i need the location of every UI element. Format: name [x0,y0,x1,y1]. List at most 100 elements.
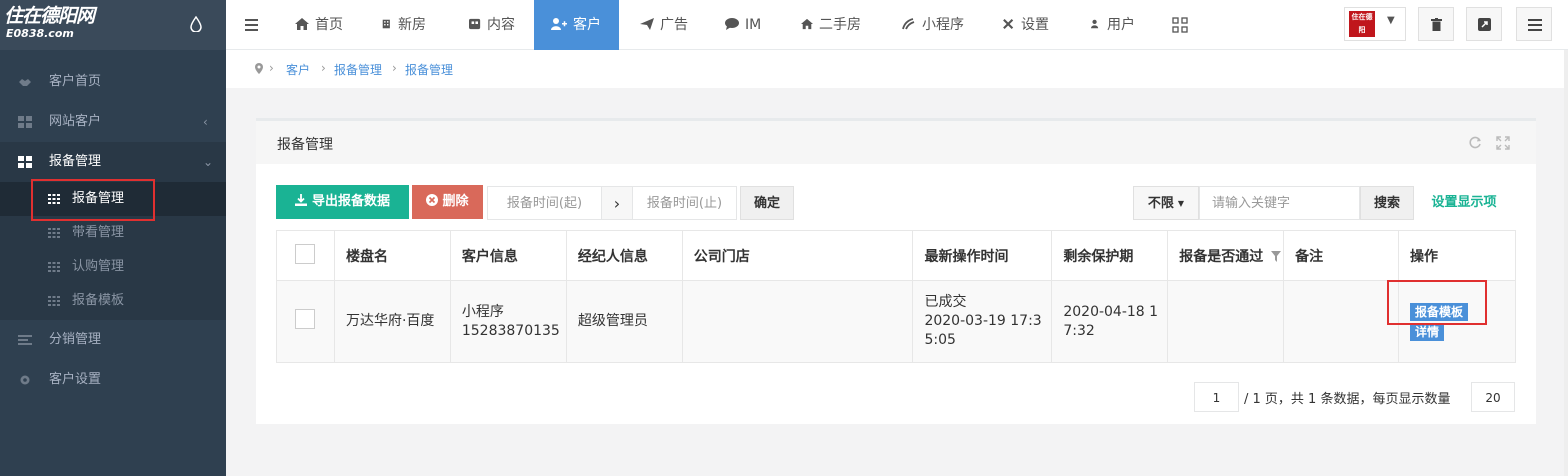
delete-button[interactable]: 删除 [412,185,483,219]
topnav-label: 设置 [1021,17,1049,33]
sidebar-item-web-clients[interactable]: 网站客户 ‹ [0,102,226,142]
highlight-box [1387,280,1487,325]
display-settings-link[interactable]: 设置显示项 [1420,186,1508,220]
sidebar-item-distribution[interactable]: 分销管理 [0,320,226,360]
operation-time-cont: 5:05 [924,332,956,348]
client-phone: 15283870135 [461,322,560,339]
topnav-label: 小程序 [922,17,964,33]
filter-value: 不限 [1147,196,1174,211]
breadcrumb-item[interactable]: 报备管理 [405,61,453,78]
protection-cell: 2020-04-18 1 7:32 [1051,280,1169,363]
breadcrumb-item[interactable]: 客户 [286,61,310,78]
trash-button[interactable] [1418,7,1454,41]
chevron-right-icon: › [269,61,274,75]
grid-icon [48,228,60,238]
highlight-box [31,179,155,221]
per-page-input[interactable]: 20 [1471,382,1515,412]
trash-icon [1431,18,1442,31]
delete-label: 删除 [442,194,469,209]
topnav-ads[interactable]: 广告 [640,0,688,50]
list-icon [1528,19,1542,31]
topnav-home[interactable]: 首页 [295,0,343,50]
handshake-icon [19,79,31,86]
topnav-secondhand[interactable]: 二手房 [801,0,861,50]
report-table: 楼盘名 客户信息 经纪人信息 公司门店 最新操作时间 剩余保护期 报备是否通过 … [276,230,1516,363]
sidebar-subitem-label: 报备模板 [72,293,125,308]
download-icon [294,194,307,206]
sidebar-item-label: 客户设置 [49,372,102,387]
sidebar-item-client-settings[interactable]: 客户设置 [0,360,226,400]
water-drop-icon[interactable] [190,16,202,32]
column-header[interactable]: 备注 [1283,230,1400,281]
sidebar-subitem-report-template[interactable]: 报备模板 [0,284,226,318]
topnav-client[interactable]: 客户 [534,0,619,50]
map-marker-icon [255,63,263,74]
topnav-label: 客户 [573,17,601,33]
sidebar-subitem-subscription[interactable]: 认购管理 [0,250,226,284]
sidebar-item-client-home[interactable]: 客户首页 [0,62,226,102]
search-button[interactable]: 搜索 [1360,186,1414,220]
scrollbar[interactable] [1564,50,1568,476]
site-switcher[interactable]: 住在德阳 ▼ [1344,7,1406,41]
date-start-input[interactable]: 报备时间(起) [487,186,602,220]
external-link-icon [1478,18,1491,31]
breadcrumb-item[interactable]: 报备管理 [334,61,382,78]
topnav-label: 用户 [1107,17,1135,33]
content-icon [469,18,481,30]
row-checkbox[interactable] [295,308,315,329]
sidebar-subitem-viewing[interactable]: 带看管理 [0,216,226,250]
sidebar-item-report-management[interactable]: 报备管理 ⌄ [0,142,226,182]
topnav-label: 新房 [398,17,426,33]
filter-icon[interactable] [1271,251,1282,262]
chevron-down-icon: ⌄ [203,155,214,169]
column-header[interactable]: 操作 [1398,230,1516,281]
protection-time: 2020-04-18 1 [1063,303,1159,320]
topnav-settings[interactable]: 设置 [1003,0,1049,50]
panel-toggle-button[interactable] [1516,7,1552,41]
column-header[interactable]: 楼盘名 [333,230,451,281]
status-text: 已成交 [924,294,967,310]
sidebar-item-label: 分销管理 [49,332,102,347]
column-header[interactable]: 最新操作时间 [912,230,1053,281]
topnav-label: 二手房 [819,17,861,33]
topnav-im[interactable]: IM [725,0,761,50]
logo[interactable]: 住在德阳网 E0838.com [0,0,226,50]
client-cell: 小程序 15283870135 [449,280,567,363]
confirm-button[interactable]: 确定 [740,186,794,220]
column-header[interactable]: 经纪人信息 [565,230,683,281]
sidebar: 住在德阳网 E0838.com 客户首页 网站客户 ‹ 报备管理 ⌄ 报备管理 … [0,0,226,476]
export-button[interactable]: 导出报备数据 [276,185,409,219]
fullscreen-icon[interactable] [1496,136,1510,150]
external-link-button[interactable] [1466,7,1502,41]
page-number-input[interactable]: 1 [1194,382,1239,412]
topnav-users[interactable]: 用户 [1091,0,1135,50]
topnav-newhouse[interactable]: 新房 [382,0,426,50]
topnav-miniapp[interactable]: 小程序 [902,0,964,50]
site-badge: 住在德阳 [1349,11,1375,37]
hamburger-icon[interactable] [245,19,258,31]
refresh-icon[interactable] [1469,136,1482,149]
column-header[interactable]: 客户信息 [449,230,567,281]
topnav-label: 广告 [660,17,688,33]
caret-down-icon: ▼ [1387,15,1395,26]
grid-icon [18,156,32,168]
column-header[interactable]: 剩余保护期 [1051,230,1169,281]
chevron-right-icon: › [321,61,326,75]
select-all-checkbox[interactable] [295,243,315,264]
home-icon [295,18,309,30]
tools-icon [1003,18,1014,30]
breadcrumb: › 客户 › 报备管理 › 报备管理 [226,50,1568,88]
topnav-content[interactable]: 内容 [469,0,515,50]
date-range-separator: › [602,186,632,220]
chevron-left-icon: ‹ [203,115,208,129]
column-header-passed[interactable]: 报备是否通过 [1167,230,1285,281]
date-end-input[interactable]: 报备时间(止) [632,186,737,220]
search-input[interactable]: 请输入关键字 [1199,186,1360,220]
report-panel: 报备管理 导出报备数据 删除 报备时间(起) › 报备时间(止) 确定 不限 ▼ … [256,118,1536,424]
gear-icon [20,375,30,385]
details-button[interactable]: 详情 [1410,322,1445,341]
apps-grid-icon[interactable] [1172,17,1188,33]
filter-select[interactable]: 不限 ▼ [1133,186,1199,220]
column-header[interactable]: 公司门店 [681,230,914,281]
miniapp-icon [902,18,915,30]
